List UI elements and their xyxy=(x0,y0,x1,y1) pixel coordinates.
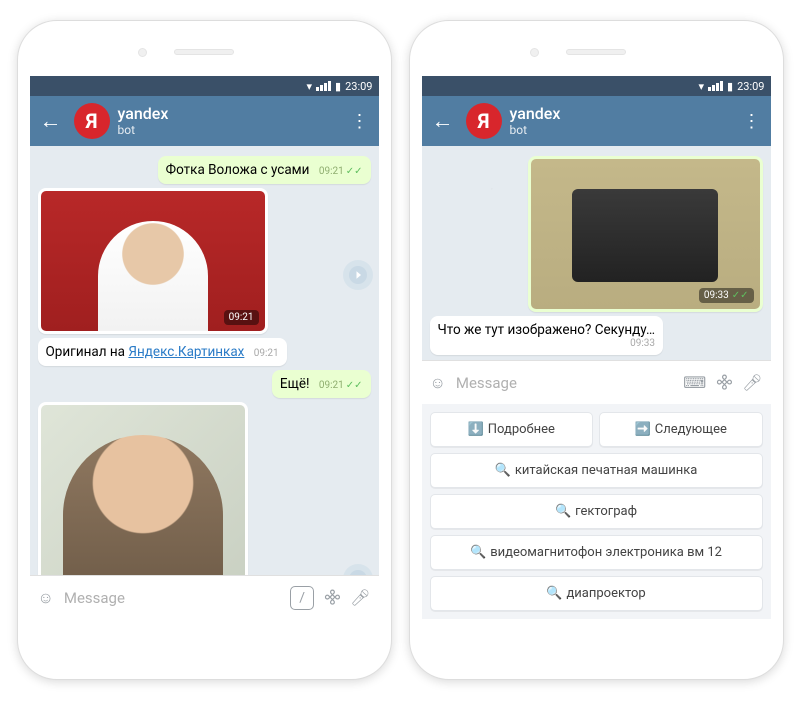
chat-area[interactable]: 09:33✓✓ Что же тут изображено? Секунду… … xyxy=(422,146,771,360)
keyboard-icon[interactable]: ⌨ xyxy=(683,373,706,392)
back-button[interactable]: ← xyxy=(36,108,66,134)
status-bar: ▾ ▮ 23:09 xyxy=(422,76,771,96)
message-in[interactable]: Что же тут изображено? Секунду… 09:33 xyxy=(430,316,664,355)
message-time: 09:21 xyxy=(254,348,279,359)
message-time: 09:21 xyxy=(319,166,344,177)
chat-header: ← Я yandex bot ⋮ xyxy=(30,96,379,146)
message-input[interactable]: Message xyxy=(64,589,280,607)
message-text: Оригинал на xyxy=(46,344,129,360)
wifi-icon: ▾ xyxy=(307,80,313,93)
mic-icon[interactable]: 🎤︎ xyxy=(742,373,762,392)
forward-button[interactable] xyxy=(343,564,373,575)
image-message[interactable] xyxy=(38,402,248,575)
down-arrow-icon: ⬇️ xyxy=(468,422,484,437)
chat-title[interactable]: yandex xyxy=(510,104,739,123)
read-checks-icon: ✓✓ xyxy=(346,380,363,391)
kbd-next-button[interactable]: ➡️Следующее xyxy=(599,412,763,447)
signal-icon xyxy=(708,81,723,91)
message-time: 09:21 xyxy=(319,380,344,391)
chat-area[interactable]: Фотка Воложа с усами 09:21✓✓ 09:21 Ориги… xyxy=(30,146,379,575)
avatar[interactable]: Я xyxy=(74,103,110,139)
search-icon: 🔍 xyxy=(470,545,486,560)
emoji-icon[interactable]: ☺ xyxy=(430,373,446,393)
chat-title[interactable]: yandex xyxy=(118,104,347,123)
search-icon: 🔍 xyxy=(495,463,511,478)
message-out[interactable]: Ещё! 09:21✓✓ xyxy=(272,370,371,398)
chat-header: ← Я yandex bot ⋮ xyxy=(422,96,771,146)
bot-keyboard: ⬇️Подробнее ➡️Следующее 🔍китайская печат… xyxy=(422,404,771,619)
message-text: Фотка Воложа с усами xyxy=(166,162,310,178)
link[interactable]: Яндекс.Картинках xyxy=(128,344,244,360)
image-message-out[interactable]: 09:33✓✓ xyxy=(528,156,763,312)
status-time: 23:09 xyxy=(737,80,764,93)
message-text: Что же тут изображено? Секунду… xyxy=(438,322,656,338)
kbd-suggestion[interactable]: 🔍гектограф xyxy=(430,494,763,529)
input-bar: ☺ Message / ⌘ 🎤︎ xyxy=(30,575,379,619)
kbd-suggestion[interactable]: 🔍китайская печатная машинка xyxy=(430,453,763,488)
read-checks-icon: ✓✓ xyxy=(346,166,363,177)
photo-portrait: 09:21 xyxy=(41,191,265,331)
wifi-icon: ▾ xyxy=(699,80,705,93)
message-out[interactable]: Фотка Воложа с усами 09:21✓✓ xyxy=(158,156,371,184)
avatar[interactable]: Я xyxy=(466,103,502,139)
phone-left: ▾ ▮ 23:09 ← Я yandex bot ⋮ Фотка Воложа … xyxy=(17,20,392,680)
status-bar: ▾ ▮ 23:09 xyxy=(30,76,379,96)
more-button[interactable]: ⋮ xyxy=(739,111,765,132)
attach-icon[interactable]: ⌘ xyxy=(320,585,345,610)
right-arrow-icon: ➡️ xyxy=(635,422,651,437)
search-icon: 🔍 xyxy=(546,586,562,601)
chat-subtitle: bot xyxy=(510,123,739,137)
emoji-icon[interactable]: ☺ xyxy=(38,588,54,608)
photo-portrait xyxy=(41,405,245,575)
chat-subtitle: bot xyxy=(118,123,347,137)
attach-icon[interactable]: ⌘ xyxy=(712,370,737,395)
mic-icon[interactable]: 🎤︎ xyxy=(350,588,370,607)
status-time: 23:09 xyxy=(345,80,372,93)
message-input[interactable]: Message xyxy=(456,374,673,392)
battery-icon: ▮ xyxy=(335,80,341,93)
forward-button[interactable] xyxy=(343,260,373,290)
message-in[interactable]: Оригинал на Яндекс.Картинках 09:21 xyxy=(38,338,287,366)
battery-icon: ▮ xyxy=(727,80,733,93)
kbd-suggestion[interactable]: 🔍видеомагнитофон электроника вм 12 xyxy=(430,535,763,570)
kbd-more-button[interactable]: ⬇️Подробнее xyxy=(430,412,594,447)
phone-right: ▾ ▮ 23:09 ← Я yandex bot ⋮ 09:33✓✓ xyxy=(409,20,784,680)
more-button[interactable]: ⋮ xyxy=(347,111,373,132)
message-text: Ещё! xyxy=(280,376,310,392)
kbd-suggestion[interactable]: 🔍диапроектор xyxy=(430,576,763,611)
back-button[interactable]: ← xyxy=(428,108,458,134)
photo-machine: 09:33✓✓ xyxy=(531,159,760,309)
input-bar: ☺ Message ⌨ ⌘ 🎤︎ xyxy=(422,360,771,404)
image-message[interactable]: 09:21 xyxy=(38,188,268,334)
signal-icon xyxy=(316,81,331,91)
search-icon: 🔍 xyxy=(555,504,571,519)
image-time: 09:33✓✓ xyxy=(699,288,754,303)
image-time: 09:21 xyxy=(224,310,259,325)
message-time: 09:33 xyxy=(630,338,655,349)
commands-button[interactable]: / xyxy=(290,586,314,610)
